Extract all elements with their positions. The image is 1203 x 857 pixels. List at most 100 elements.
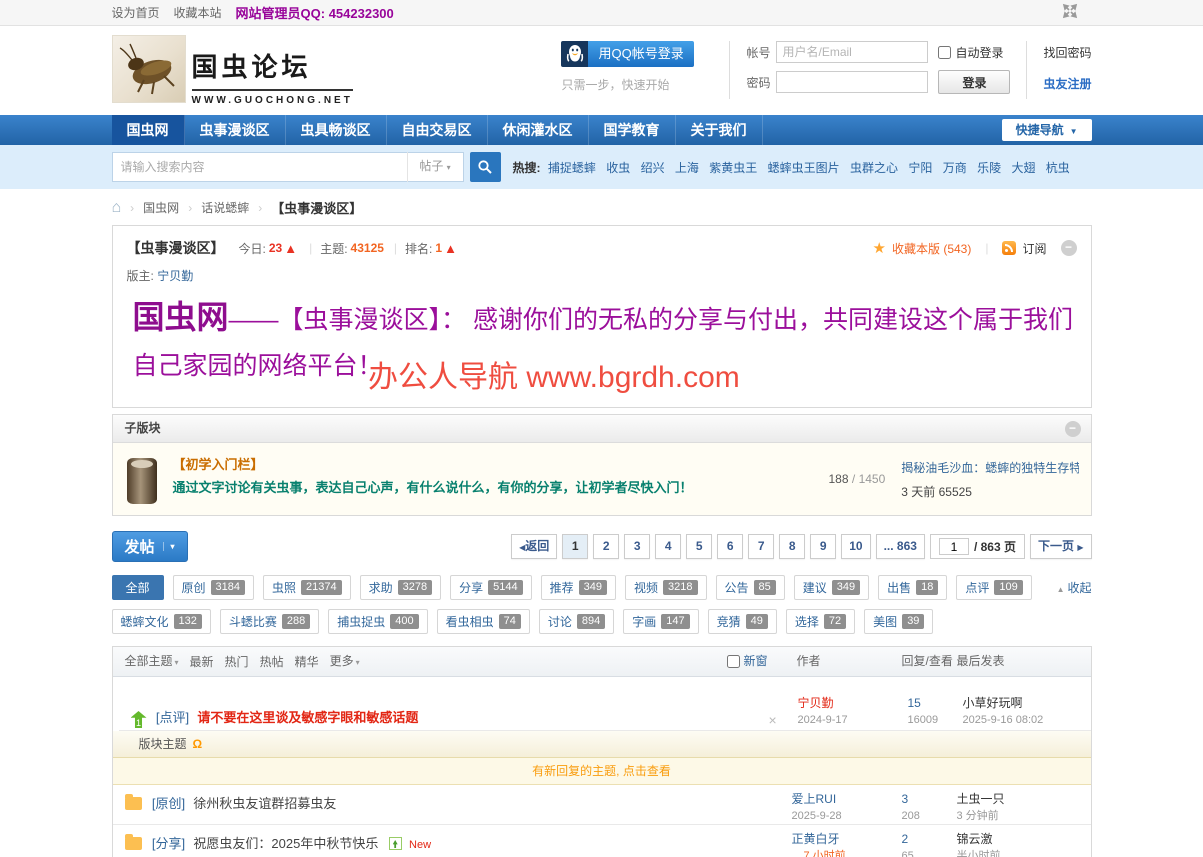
- subscribe-link[interactable]: 订阅: [1022, 240, 1046, 257]
- thread-tag[interactable]: [原创]: [152, 796, 185, 811]
- hot-link[interactable]: 绍兴: [641, 161, 665, 175]
- filter-guess[interactable]: 竞猜49: [708, 609, 777, 634]
- page-1[interactable]: 1: [562, 534, 588, 559]
- login-button[interactable]: 登录: [938, 70, 1010, 94]
- more-dropdown[interactable]: 更多▾: [330, 647, 360, 677]
- filter-select[interactable]: 选择72: [786, 609, 855, 634]
- thread-title[interactable]: 请不要在这里谈及敏感字眼和敏感话题: [197, 710, 418, 725]
- account-input[interactable]: [776, 41, 928, 63]
- tab-hot[interactable]: 热门: [225, 648, 249, 677]
- page-4[interactable]: 4: [655, 534, 681, 559]
- nav-item-home[interactable]: 国虫网: [112, 115, 185, 145]
- filter-beautiful[interactable]: 美图39: [864, 609, 933, 634]
- hot-link[interactable]: 收虫: [606, 161, 630, 175]
- hot-link[interactable]: 万商: [943, 161, 967, 175]
- hot-link[interactable]: 宁阳: [908, 161, 932, 175]
- search-input[interactable]: [113, 160, 407, 174]
- password-input[interactable]: [776, 71, 928, 93]
- home-icon[interactable]: ⌂: [112, 199, 122, 217]
- filter-calligraphy[interactable]: 字画147: [623, 609, 698, 634]
- favorite-board-link[interactable]: 收藏本版 (543): [892, 240, 971, 257]
- thread-title[interactable]: 祝愿虫友们：2025年中秋节快乐: [193, 836, 378, 851]
- auto-login-checkbox[interactable]: [938, 46, 951, 59]
- hot-link[interactable]: 上海: [675, 161, 699, 175]
- nav-item-trade[interactable]: 自由交易区: [387, 115, 488, 145]
- filter-sale[interactable]: 出售18: [878, 575, 947, 600]
- page-9[interactable]: 9: [810, 534, 836, 559]
- page-2[interactable]: 2: [593, 534, 619, 559]
- all-topics-dropdown[interactable]: 全部主题▾: [125, 647, 179, 677]
- thread-tag[interactable]: [分享]: [152, 836, 185, 851]
- page-last[interactable]: ... 863: [876, 534, 925, 559]
- collapse-panel-button[interactable]: −: [1061, 240, 1077, 256]
- hot-link[interactable]: 乐陵: [977, 161, 1001, 175]
- collapse-filters-link[interactable]: ▲收起: [1057, 579, 1092, 596]
- page-5[interactable]: 5: [686, 534, 712, 559]
- find-password-link[interactable]: 找回密码: [1043, 44, 1091, 61]
- page-3[interactable]: 3: [624, 534, 650, 559]
- refresh-icon[interactable]: Ω: [193, 737, 203, 751]
- collapse-subforum-button[interactable]: −: [1065, 421, 1081, 437]
- last-poster[interactable]: 小草好玩啊: [963, 696, 1023, 710]
- tab-newest[interactable]: 最新: [190, 648, 214, 677]
- hot-link[interactable]: 杭虫: [1046, 161, 1070, 175]
- thread-title[interactable]: 徐州秋虫友谊群招募虫友: [193, 796, 336, 811]
- quick-nav-button[interactable]: 快捷导航▼: [1002, 119, 1092, 141]
- hot-link[interactable]: 捕捉蟋蟀: [548, 161, 596, 175]
- nav-item-about[interactable]: 关于我们: [676, 115, 763, 145]
- filter-suggest[interactable]: 建议349: [794, 575, 869, 600]
- thread-author[interactable]: 爱上RUI: [792, 792, 837, 806]
- subforum-link[interactable]: 【初学入门栏】: [173, 457, 264, 472]
- filter-recommend[interactable]: 推荐349: [541, 575, 616, 600]
- filter-culture[interactable]: 蟋蟀文化132: [112, 609, 211, 634]
- nav-item-gear-talk[interactable]: 虫具畅谈区: [286, 115, 387, 145]
- filter-discuss[interactable]: 讨论894: [539, 609, 614, 634]
- next-page-button[interactable]: 下一页 ▶: [1030, 534, 1092, 559]
- subforum-last-post-link[interactable]: 揭秘油毛沙血：蟋蟀的独特生存特 ...: [901, 459, 1079, 476]
- page-6[interactable]: 6: [717, 534, 743, 559]
- thread-author[interactable]: 宁贝勤: [798, 696, 834, 710]
- filter-match[interactable]: 斗蟋比赛288: [220, 609, 319, 634]
- filter-catch[interactable]: 捕虫捉虫400: [328, 609, 427, 634]
- breadcrumb-category[interactable]: 话说蟋蟀: [201, 199, 249, 216]
- page-7[interactable]: 7: [748, 534, 774, 559]
- hot-link[interactable]: 紫黄虫王: [709, 161, 757, 175]
- last-poster[interactable]: 土虫一只: [957, 792, 1005, 806]
- filter-photo[interactable]: 虫照21374: [263, 575, 351, 600]
- filter-share[interactable]: 分享5144: [450, 575, 532, 600]
- last-poster[interactable]: 锦云激: [957, 832, 993, 846]
- bookmark-site-link[interactable]: 收藏本站: [174, 4, 222, 21]
- thread-tag[interactable]: [点评]: [156, 710, 189, 725]
- search-button[interactable]: [470, 152, 501, 182]
- register-link[interactable]: 虫友注册: [1043, 75, 1091, 92]
- filter-announce[interactable]: 公告85: [716, 575, 785, 600]
- filter-appraise[interactable]: 看虫相虫74: [437, 609, 530, 634]
- page-10[interactable]: 10: [841, 534, 870, 559]
- tab-hot-posts[interactable]: 热帖: [260, 648, 284, 677]
- back-button[interactable]: ◀返回: [511, 534, 557, 559]
- qq-login-button[interactable]: 用QQ帐号登录: [588, 41, 693, 67]
- new-window-checkbox[interactable]: [727, 655, 740, 668]
- close-icon[interactable]: ×: [769, 699, 777, 741]
- filter-all[interactable]: 全部: [112, 575, 164, 600]
- nav-item-casual[interactable]: 休闲灌水区: [488, 115, 589, 145]
- site-logo[interactable]: 国虫论坛 WWW.GUOCHONG.NET: [112, 35, 353, 115]
- fullscreen-icon[interactable]: [1062, 3, 1078, 22]
- new-replies-notice[interactable]: 有新回复的主题, 点击查看: [113, 758, 1091, 785]
- search-type-select[interactable]: 帖子 ▾: [407, 152, 463, 182]
- filter-review[interactable]: 点评109: [956, 575, 1031, 600]
- nav-item-education[interactable]: 国学教育: [589, 115, 676, 145]
- hot-link[interactable]: 蟋蟀虫王图片: [768, 161, 840, 175]
- filter-help[interactable]: 求助3278: [360, 575, 442, 600]
- new-post-button[interactable]: 发帖▾: [112, 531, 188, 562]
- filter-video[interactable]: 视频3218: [625, 575, 707, 600]
- nav-item-insect-talk[interactable]: 虫事漫谈区: [185, 115, 286, 145]
- filter-original[interactable]: 原创3184: [173, 575, 255, 600]
- thread-author[interactable]: 正黄白牙: [792, 832, 840, 846]
- tab-digest[interactable]: 精华: [295, 648, 319, 677]
- page-8[interactable]: 8: [779, 534, 805, 559]
- moderator-link[interactable]: 宁贝勤: [157, 269, 193, 283]
- hot-link[interactable]: 虫群之心: [850, 161, 898, 175]
- hot-link[interactable]: 大翅: [1011, 161, 1035, 175]
- breadcrumb-home[interactable]: 国虫网: [143, 199, 179, 216]
